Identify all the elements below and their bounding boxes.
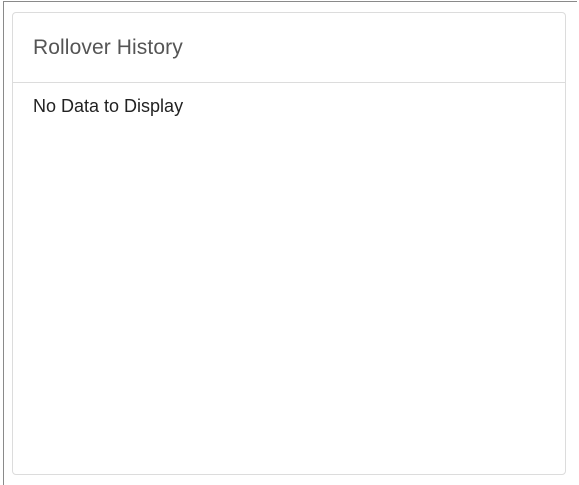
empty-state-message: No Data to Display — [33, 96, 184, 116]
panel-title: Rollover History — [33, 35, 183, 59]
panel-header: Rollover History — [13, 13, 565, 83]
panel-body: No Data to Display — [13, 83, 565, 117]
rollover-history-panel: Rollover History No Data to Display — [12, 12, 566, 475]
